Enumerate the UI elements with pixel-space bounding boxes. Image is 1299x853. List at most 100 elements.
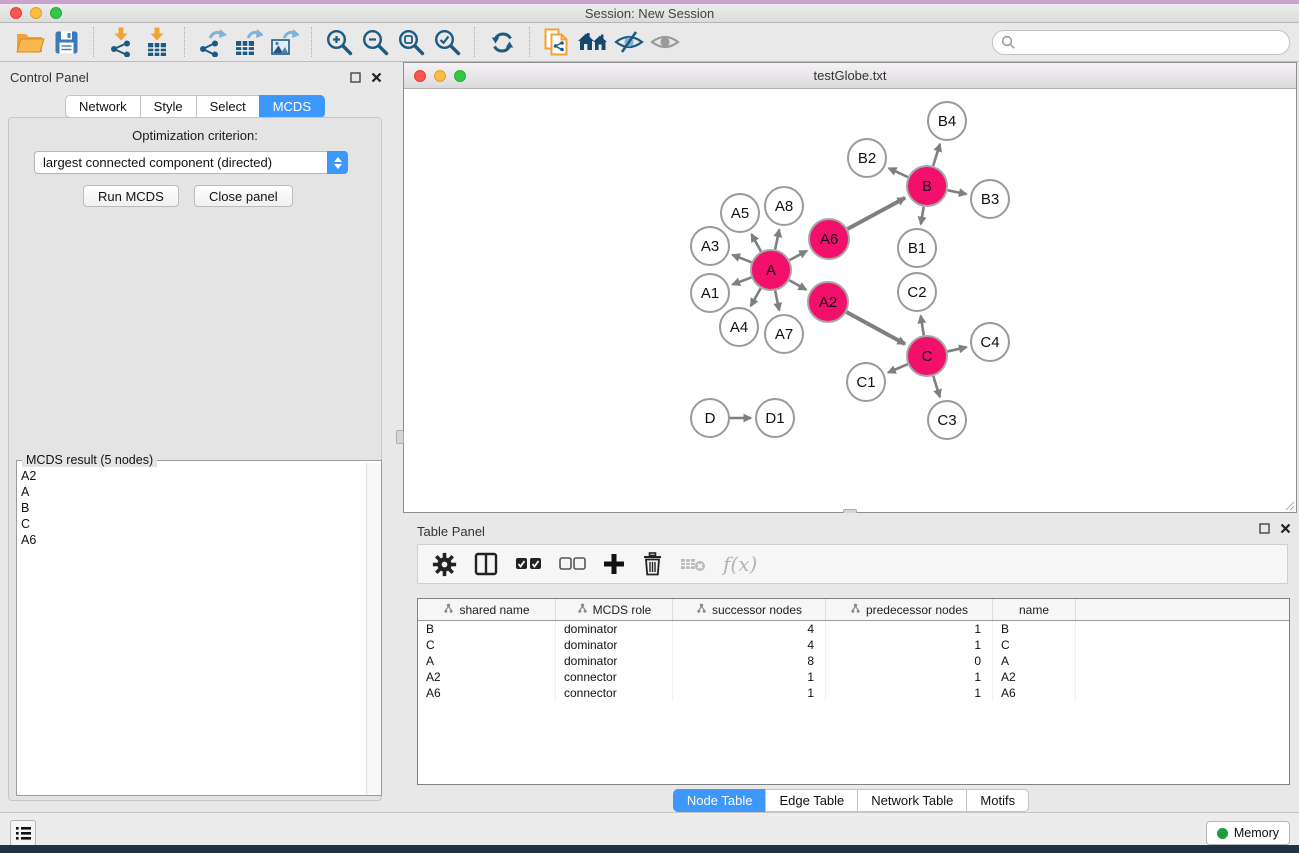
edge-A-A4[interactable] <box>751 288 761 306</box>
table-tab-edge-table[interactable]: Edge Table <box>765 789 858 812</box>
edge-B-B4[interactable] <box>933 144 940 166</box>
zoom-selected-button[interactable] <box>429 25 465 59</box>
close-window-button[interactable] <box>10 7 22 19</box>
deselect-all-icon[interactable] <box>559 557 586 571</box>
node-A[interactable]: A <box>751 250 791 290</box>
node-A8[interactable]: A8 <box>765 187 803 225</box>
open-session-button[interactable] <box>12 25 48 59</box>
network-window-titlebar[interactable]: testGlobe.txt <box>404 63 1296 89</box>
table-tab-motifs[interactable]: Motifs <box>966 789 1029 812</box>
edge-A6-B[interactable] <box>847 198 905 229</box>
node-B4[interactable]: B4 <box>928 102 966 140</box>
delete-row-trash-icon[interactable] <box>642 552 663 576</box>
apply-function-button[interactable]: f(x) <box>723 552 757 576</box>
node-A7[interactable]: A7 <box>765 315 803 353</box>
search-input[interactable] <box>1016 34 1281 51</box>
node-C4[interactable]: C4 <box>971 323 1009 361</box>
network-canvas[interactable]: B4B2BB3A5A8A6B1A3AA1C2A2A4A7C4CC1C3DD1 <box>404 89 1296 512</box>
tab-mcds[interactable]: MCDS <box>259 95 325 118</box>
mcds-result-item[interactable]: B <box>21 500 366 516</box>
close-network-button[interactable] <box>414 70 426 82</box>
select-all-icon[interactable] <box>515 557 542 571</box>
zoom-network-button[interactable] <box>454 70 466 82</box>
task-history-button[interactable] <box>10 820 36 846</box>
delete-table-icon[interactable] <box>680 556 706 572</box>
table-row[interactable]: A6connector11A6 <box>418 685 1289 701</box>
refresh-button[interactable] <box>484 25 520 59</box>
cybrowser-home-button[interactable] <box>575 25 611 59</box>
tab-select[interactable]: Select <box>196 95 260 118</box>
export-image-button[interactable] <box>266 25 302 59</box>
minimize-network-button[interactable] <box>434 70 446 82</box>
table-row[interactable]: Adominator80A <box>418 653 1289 669</box>
criterion-dropdown[interactable]: largest connected component (directed) <box>34 151 348 174</box>
edge-C-C4[interactable] <box>947 347 966 351</box>
column-header-shared-name[interactable]: shared name <box>418 599 556 620</box>
node-B1[interactable]: B1 <box>898 229 936 267</box>
mcds-result-item[interactable]: A <box>21 484 366 500</box>
edge-A-A6[interactable] <box>790 251 807 260</box>
mcds-result-list[interactable]: A2ABCA6 <box>17 463 366 795</box>
node-A4[interactable]: A4 <box>720 308 758 346</box>
node-B[interactable]: B <box>907 166 947 206</box>
node-A3[interactable]: A3 <box>691 227 729 265</box>
mcds-result-item[interactable]: A6 <box>21 532 366 548</box>
edge-A-A7[interactable] <box>775 291 779 311</box>
edge-C-C2[interactable] <box>921 316 924 336</box>
node-C3[interactable]: C3 <box>928 401 966 439</box>
table-row[interactable]: Bdominator41B <box>418 621 1289 637</box>
hide-graphics-details-button[interactable] <box>611 25 647 59</box>
edge-A-A3[interactable] <box>732 255 751 263</box>
close-panel-icon[interactable] <box>371 72 382 83</box>
tab-style[interactable]: Style <box>140 95 197 118</box>
edge-B-B3[interactable] <box>948 190 967 194</box>
mcds-result-item[interactable]: C <box>21 516 366 532</box>
show-graphics-details-button[interactable] <box>647 25 683 59</box>
node-A2[interactable]: A2 <box>808 282 848 322</box>
edge-A-A2[interactable] <box>789 280 806 289</box>
edge-C-C1[interactable] <box>888 364 908 372</box>
column-header-name[interactable]: name <box>993 599 1076 620</box>
zoom-window-button[interactable] <box>50 7 62 19</box>
vertical-splitter-handle[interactable] <box>396 430 404 444</box>
table-tab-node-table[interactable]: Node Table <box>673 789 767 812</box>
column-header-MCDS-role[interactable]: MCDS role <box>556 599 673 620</box>
resize-grip-icon[interactable] <box>1283 499 1295 511</box>
node-B3[interactable]: B3 <box>971 180 1009 218</box>
import-table-button[interactable] <box>139 25 175 59</box>
float-panel-icon[interactable] <box>1259 523 1270 534</box>
toggle-columns-icon[interactable] <box>474 552 498 576</box>
node-D[interactable]: D <box>691 399 729 437</box>
edge-A-A8[interactable] <box>775 230 779 250</box>
table-row[interactable]: Cdominator41C <box>418 637 1289 653</box>
memory-button[interactable]: Memory <box>1206 821 1290 845</box>
settings-gear-icon[interactable] <box>432 552 457 577</box>
column-header-successor-nodes[interactable]: successor nodes <box>673 599 826 620</box>
zoom-fit-button[interactable] <box>393 25 429 59</box>
node-C1[interactable]: C1 <box>847 363 885 401</box>
export-network-button[interactable] <box>194 25 230 59</box>
edge-B-B1[interactable] <box>921 207 924 225</box>
column-header-predecessor-nodes[interactable]: predecessor nodes <box>826 599 993 620</box>
zoom-in-button[interactable] <box>321 25 357 59</box>
node-D1[interactable]: D1 <box>756 399 794 437</box>
save-session-button[interactable] <box>48 25 84 59</box>
tab-network[interactable]: Network <box>65 95 141 118</box>
edge-A-A5[interactable] <box>751 234 761 251</box>
close-panel-button[interactable]: Close panel <box>194 185 293 207</box>
node-C2[interactable]: C2 <box>898 273 936 311</box>
table-row[interactable]: A2connector11A2 <box>418 669 1289 685</box>
node-A6[interactable]: A6 <box>809 219 849 259</box>
export-table-button[interactable] <box>230 25 266 59</box>
node-C[interactable]: C <box>907 336 947 376</box>
mcds-list-scrollbar[interactable] <box>366 463 381 795</box>
edge-A-A1[interactable] <box>732 277 751 284</box>
mcds-result-item[interactable]: A2 <box>21 468 366 484</box>
zoom-out-button[interactable] <box>357 25 393 59</box>
edge-A2-C[interactable] <box>846 312 905 344</box>
table-tab-network-table[interactable]: Network Table <box>857 789 967 812</box>
search-field[interactable] <box>992 30 1290 55</box>
edge-B-B2[interactable] <box>889 168 908 177</box>
copy-network-button[interactable] <box>539 25 575 59</box>
node-A1[interactable]: A1 <box>691 274 729 312</box>
